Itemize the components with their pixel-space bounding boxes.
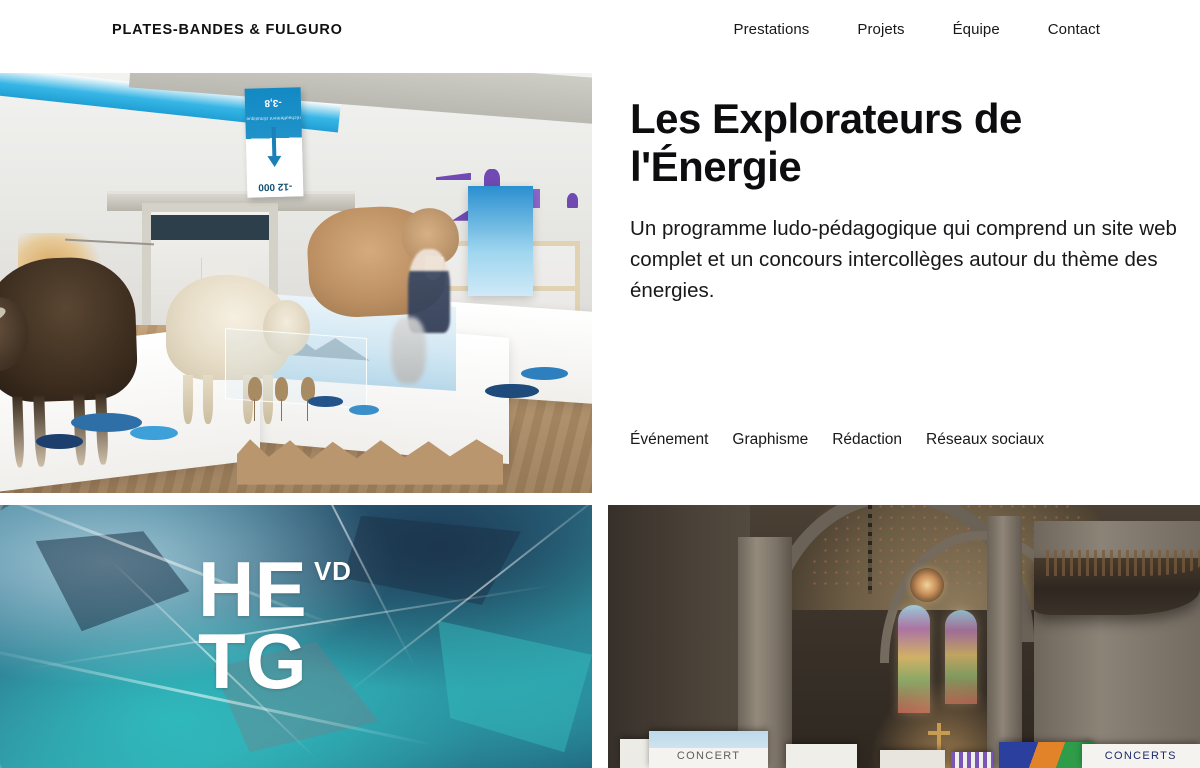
project-title: Les Explorateurs de l'Énergie: [630, 95, 1022, 190]
purple-shape-a: [435, 172, 471, 181]
tag-evenement[interactable]: Événement: [630, 431, 732, 449]
floor-graphic-dot: [35, 434, 83, 449]
taxidermy-musk-ox: [0, 255, 139, 468]
hetgvd-logo: HE VD TG: [198, 545, 352, 705]
foil-shard: [35, 531, 190, 632]
church-poster: [998, 741, 1094, 768]
foil-shard: [438, 620, 592, 753]
hetgvd-logo-top-row: HE VD: [198, 545, 352, 633]
arrow-down-icon: [266, 127, 281, 167]
church-hanging-chain: [868, 505, 873, 595]
church-balcony-railing: [1046, 549, 1200, 576]
nav-item-prestations[interactable]: Prestations: [710, 21, 834, 38]
church-poster: [880, 749, 946, 768]
foil-shard: [343, 515, 521, 605]
project-grid: -3,8 réchauffement climatique -12 000 Le…: [0, 73, 1200, 768]
church-rose-window: [909, 568, 944, 603]
church-photo: CONCERT CONCERTS: [608, 505, 1200, 768]
project-image-museum[interactable]: -3,8 réchauffement climatique -12 000: [0, 73, 592, 493]
floor-graphic-dot: [307, 396, 344, 407]
project-image-church[interactable]: CONCERT CONCERTS: [608, 505, 1200, 768]
museum-visitor: [390, 316, 427, 384]
floor-graphic-dot: [520, 367, 569, 380]
nav-item-projets[interactable]: Projets: [833, 21, 928, 38]
church-pillar-right: [986, 515, 1023, 768]
project-image-hetgvd[interactable]: HE VD TG: [0, 505, 592, 768]
project-text-block: Les Explorateurs de l'Énergie Un program…: [608, 73, 1200, 493]
site-header: PLATES-BANDES & FULGURO Prestations Proj…: [0, 0, 1200, 73]
tag-redaction[interactable]: Rédaction: [832, 431, 926, 449]
ox-horn: [0, 302, 8, 329]
tag-reseaux-sociaux[interactable]: Réseaux sociaux: [926, 431, 1044, 449]
bear-leg: [203, 375, 213, 424]
church-poster-concerts: CONCERTS: [1081, 744, 1200, 768]
project-tag-list: Événement Graphisme Rédaction Réseaux so…: [630, 431, 1044, 449]
bird-specimen: [274, 377, 289, 422]
bird-specimen: [248, 377, 262, 422]
church-poster: [951, 752, 993, 768]
church-poster: [785, 744, 857, 768]
museum-sign-subtitle: réchauffement climatique: [245, 115, 301, 122]
hetgvd-logo-he: HE: [198, 545, 307, 633]
bear-leg: [183, 375, 194, 424]
church-poster-concert: CONCERT: [649, 731, 768, 768]
museum-blue-panel: [467, 186, 533, 296]
museum-photo: -3,8 réchauffement climatique -12 000: [0, 73, 592, 493]
church-poster-label: CONCERTS: [1104, 750, 1177, 762]
hetgvd-logo-vd: VD: [314, 556, 352, 586]
site-logo[interactable]: PLATES-BANDES & FULGURO: [112, 22, 343, 38]
museum-sign-bottom-value: -12 000: [257, 179, 293, 192]
purple-shape-e: [566, 193, 579, 208]
church-poster-label: CONCERT: [676, 750, 741, 762]
tag-graphisme[interactable]: Graphisme: [732, 431, 832, 449]
nav-item-equipe[interactable]: Équipe: [929, 21, 1024, 38]
church-left-wall: [608, 505, 751, 768]
museum-doorway-banner: [151, 215, 270, 240]
hetgvd-logo-tg: TG: [198, 616, 307, 705]
taxidermy-birds: [243, 350, 338, 422]
nav-item-contact[interactable]: Contact: [1024, 21, 1100, 38]
museum-sign-top-value: -3,8: [263, 96, 282, 108]
museum-hanging-sign: -3,8 réchauffement climatique -12 000: [244, 86, 304, 198]
project-description: Un programme ludo-pédagogique qui compre…: [630, 217, 1177, 302]
main-navigation: Prestations Projets Équipe Contact: [710, 21, 1101, 38]
